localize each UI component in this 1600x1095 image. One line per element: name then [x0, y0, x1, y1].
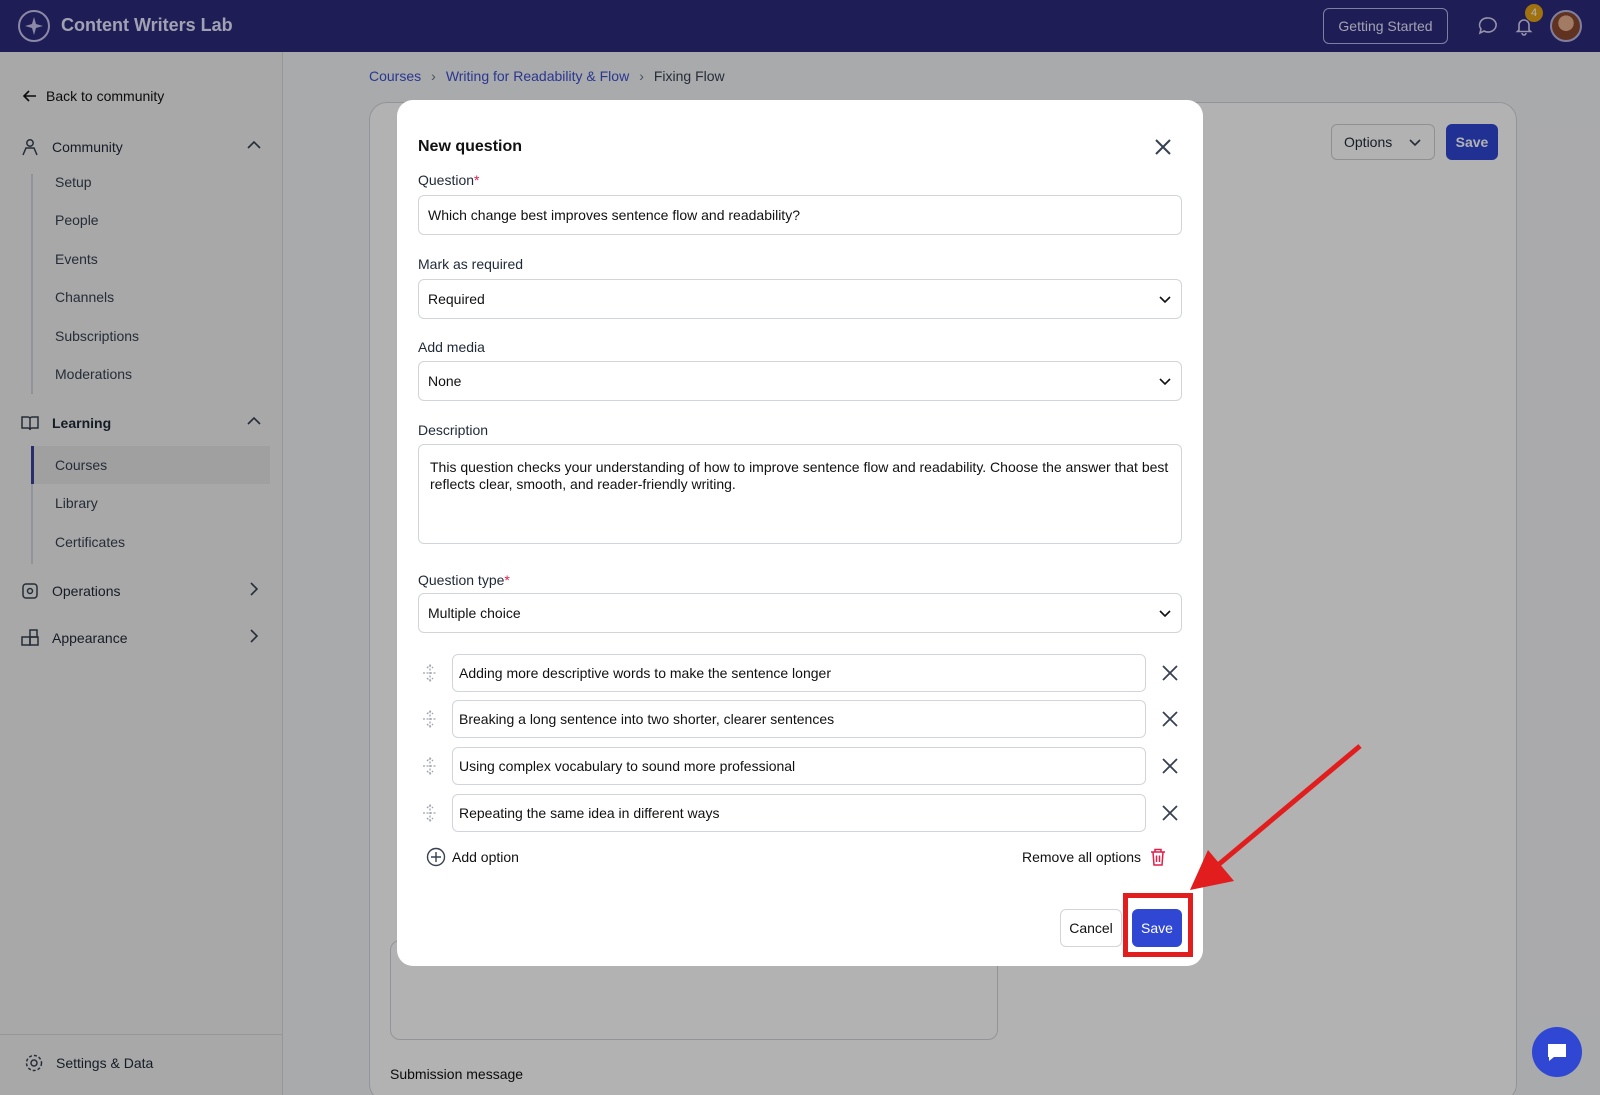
option-input[interactable]: Using complex vocabulary to sound more p… — [452, 747, 1146, 785]
option-row: Adding more descriptive words to make th… — [418, 654, 1182, 692]
mark-required-select[interactable]: Required — [418, 279, 1182, 319]
question-type-label: Question type* — [418, 572, 510, 588]
add-media-label: Add media — [418, 339, 485, 355]
close-icon[interactable] — [1152, 136, 1174, 158]
mark-required-label: Mark as required — [418, 256, 524, 272]
option-row: Breaking a long sentence into two shorte… — [418, 700, 1182, 738]
option-row: Using complex vocabulary to sound more p… — [418, 747, 1182, 785]
remove-all-options-button[interactable]: Remove all options — [1022, 847, 1167, 867]
drag-handle-icon[interactable] — [421, 663, 439, 683]
remove-option-icon[interactable] — [1160, 663, 1180, 683]
chevron-down-icon — [1159, 296, 1171, 304]
description-label: Description — [418, 422, 489, 438]
remove-option-icon[interactable] — [1160, 756, 1180, 776]
question-label: Question* — [418, 172, 480, 188]
chat-launcher-button[interactable] — [1532, 1027, 1582, 1077]
question-input[interactable]: Which change best improves sentence flow… — [418, 195, 1182, 235]
drag-handle-icon[interactable] — [421, 803, 439, 823]
add-media-select[interactable]: None — [418, 361, 1182, 401]
option-input[interactable]: Repeating the same idea in different way… — [452, 794, 1146, 832]
plus-circle-icon — [426, 847, 446, 867]
add-option-button[interactable]: Add option — [426, 847, 519, 867]
remove-option-icon[interactable] — [1160, 803, 1180, 823]
trash-icon — [1151, 848, 1166, 866]
annotation-highlight-box — [1123, 893, 1193, 957]
question-type-select[interactable]: Multiple choice — [418, 593, 1182, 633]
cancel-button[interactable]: Cancel — [1060, 909, 1122, 947]
option-input[interactable]: Adding more descriptive words to make th… — [452, 654, 1146, 692]
chevron-down-icon — [1159, 378, 1171, 386]
chat-bubble-icon — [1548, 1044, 1566, 1061]
drag-handle-icon[interactable] — [421, 756, 439, 776]
description-textarea[interactable]: This question checks your understanding … — [418, 444, 1182, 544]
modal-title: New question — [418, 138, 523, 155]
option-row: Repeating the same idea in different way… — [418, 794, 1182, 832]
chevron-down-icon — [1159, 610, 1171, 618]
drag-handle-icon[interactable] — [421, 709, 439, 729]
remove-option-icon[interactable] — [1160, 709, 1180, 729]
option-input[interactable]: Breaking a long sentence into two shorte… — [452, 700, 1146, 738]
new-question-modal: New question Question* Which change best… — [397, 100, 1203, 966]
